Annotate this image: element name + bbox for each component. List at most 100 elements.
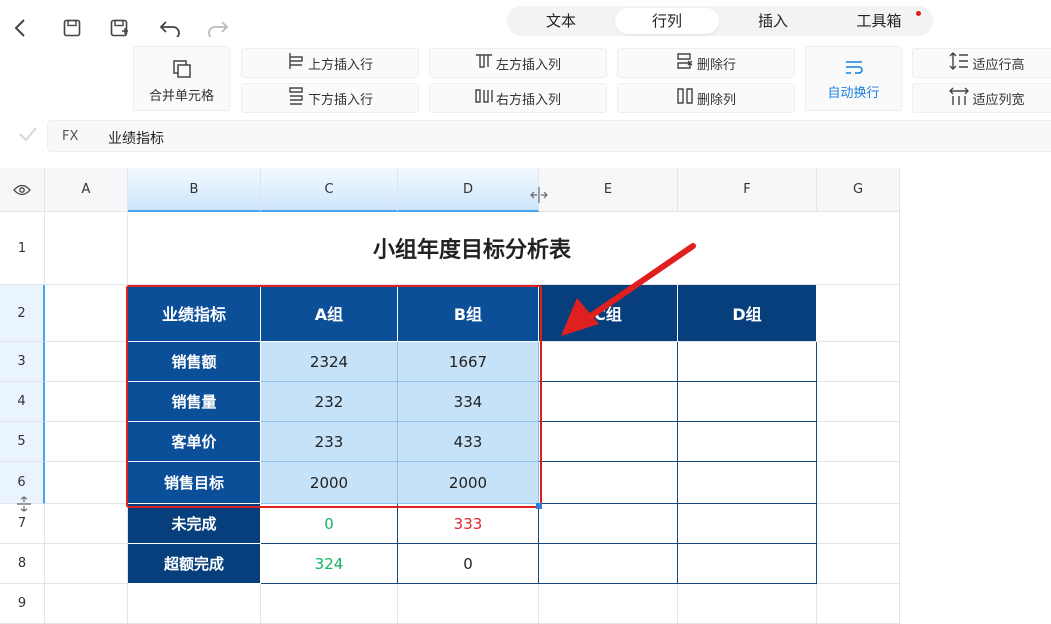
fill-handle[interactable]	[536, 503, 542, 509]
cell-a2[interactable]	[45, 285, 128, 342]
cell-f4[interactable]	[678, 382, 817, 422]
cell-g5[interactable]	[817, 422, 900, 462]
cell-a3[interactable]	[45, 342, 128, 382]
cell-value[interactable]: 324	[261, 544, 398, 584]
row-header-5[interactable]: 5	[0, 422, 45, 462]
insert-row-below-icon	[287, 87, 305, 109]
cell-f3[interactable]	[678, 342, 817, 382]
cell-g8[interactable]	[817, 544, 900, 584]
cell-b9[interactable]	[128, 584, 261, 624]
cell-value[interactable]: 0	[261, 504, 398, 544]
cell-e5[interactable]	[539, 422, 678, 462]
insert-col-right-label: 右方插入列	[495, 92, 561, 108]
cell-f8[interactable]	[678, 544, 817, 584]
delete-col-icon	[676, 87, 694, 109]
ribbon-tabs: 文本 行列 插入 工具箱	[507, 6, 933, 36]
insert-row-above-button[interactable]: 上方插入行	[241, 48, 419, 78]
insert-col-left-icon	[475, 52, 493, 74]
cell-f5[interactable]	[678, 422, 817, 462]
sheet-title[interactable]: 小组年度目标分析表	[128, 212, 817, 285]
cell-a1[interactable]	[45, 212, 128, 285]
cell-f7[interactable]	[678, 504, 817, 544]
cell-f6[interactable]	[678, 462, 817, 504]
cell-g1[interactable]	[817, 212, 900, 285]
cell-g7[interactable]	[817, 504, 900, 544]
tab-toolbox[interactable]: 工具箱	[833, 8, 925, 34]
row-header-9[interactable]: 9	[0, 584, 45, 624]
annotation-arrow-icon	[561, 243, 696, 336]
cell-e8[interactable]	[539, 544, 678, 584]
cell-g6[interactable]	[817, 462, 900, 504]
cell-a7[interactable]	[45, 504, 128, 544]
cell-g3[interactable]	[817, 342, 900, 382]
column-header-d[interactable]: D	[398, 168, 539, 212]
fit-col-width-button[interactable]: 适应列宽	[912, 83, 1051, 113]
cell-f9[interactable]	[678, 584, 817, 624]
row-header-1[interactable]: 1	[0, 212, 45, 285]
cell-e3[interactable]	[539, 342, 678, 382]
cell-a6[interactable]	[45, 462, 128, 504]
row-header-8[interactable]: 8	[0, 544, 45, 584]
wrap-text-icon	[806, 59, 901, 81]
insert-row-above-label: 上方插入行	[307, 57, 373, 73]
column-header-a[interactable]: A	[45, 168, 128, 212]
fit-col-width-label: 适应列宽	[972, 92, 1025, 108]
cell-value[interactable]: 333	[398, 504, 539, 544]
row-label[interactable]: 超额完成	[128, 544, 261, 584]
row-header-2[interactable]: 2	[0, 285, 45, 342]
save-as-icon[interactable]	[106, 14, 134, 42]
cell-e4[interactable]	[539, 382, 678, 422]
column-header-g[interactable]: G	[817, 168, 900, 212]
cell-a8[interactable]	[45, 544, 128, 584]
auto-wrap-button[interactable]: 自动换行	[805, 46, 902, 111]
insert-col-left-button[interactable]: 左方插入列	[429, 48, 607, 78]
cell-e6[interactable]	[539, 462, 678, 504]
insert-row-below-button[interactable]: 下方插入行	[241, 83, 419, 113]
confirm-check-icon[interactable]	[18, 126, 38, 147]
back-icon[interactable]	[6, 14, 34, 42]
tab-rows-columns[interactable]: 行列	[615, 8, 719, 34]
cell-g4[interactable]	[817, 382, 900, 422]
row-label[interactable]: 未完成	[128, 504, 261, 544]
fit-col-width-icon	[949, 87, 970, 109]
cell-e7[interactable]	[539, 504, 678, 544]
insert-col-right-icon	[475, 87, 493, 109]
merge-cells-button[interactable]: 合并单元格	[133, 46, 230, 111]
cell-a5[interactable]	[45, 422, 128, 462]
column-header-b[interactable]: B	[128, 168, 261, 212]
column-header-f[interactable]: F	[678, 168, 817, 212]
row-resize-handle-icon[interactable]	[16, 496, 32, 516]
row-header-3[interactable]: 3	[0, 342, 45, 382]
fit-row-height-icon	[949, 52, 969, 74]
redo-icon[interactable]	[204, 14, 232, 42]
formula-value[interactable]: 业绩指标	[108, 128, 164, 148]
select-all-eye-icon[interactable]	[0, 168, 45, 212]
delete-row-button[interactable]: 删除行	[617, 48, 795, 78]
column-resize-handle-icon[interactable]	[530, 186, 548, 208]
insert-col-left-label: 左方插入列	[495, 57, 561, 73]
delete-col-button[interactable]: 删除列	[617, 83, 795, 113]
formula-input[interactable]: FX 业绩指标	[47, 120, 1051, 152]
column-header-c[interactable]: C	[261, 168, 398, 212]
cell-c9[interactable]	[261, 584, 398, 624]
save-icon[interactable]	[58, 14, 86, 42]
toolbar: 文本 行列 插入 工具箱 合并单元格 上方插入行 下方插入行 左方插入列 右方插…	[0, 0, 1051, 113]
cell-a4[interactable]	[45, 382, 128, 422]
cell-value[interactable]: 0	[398, 544, 539, 584]
tab-text[interactable]: 文本	[519, 8, 603, 34]
cell-g2[interactable]	[817, 285, 900, 342]
fit-row-height-button[interactable]: 适应行高	[912, 48, 1051, 78]
column-header-e[interactable]: E	[539, 168, 678, 212]
tab-insert[interactable]: 插入	[729, 8, 817, 34]
cell-g9[interactable]	[817, 584, 900, 624]
cell-e9[interactable]	[539, 584, 678, 624]
auto-wrap-label: 自动换行	[827, 86, 880, 101]
insert-col-right-button[interactable]: 右方插入列	[429, 83, 607, 113]
cell-d9[interactable]	[398, 584, 539, 624]
fit-row-height-label: 适应行高	[972, 57, 1025, 73]
undo-icon[interactable]	[156, 14, 184, 42]
cell-a9[interactable]	[45, 584, 128, 624]
delete-col-label: 删除列	[696, 92, 736, 108]
row-header-4[interactable]: 4	[0, 382, 45, 422]
selection-outline	[126, 285, 542, 508]
